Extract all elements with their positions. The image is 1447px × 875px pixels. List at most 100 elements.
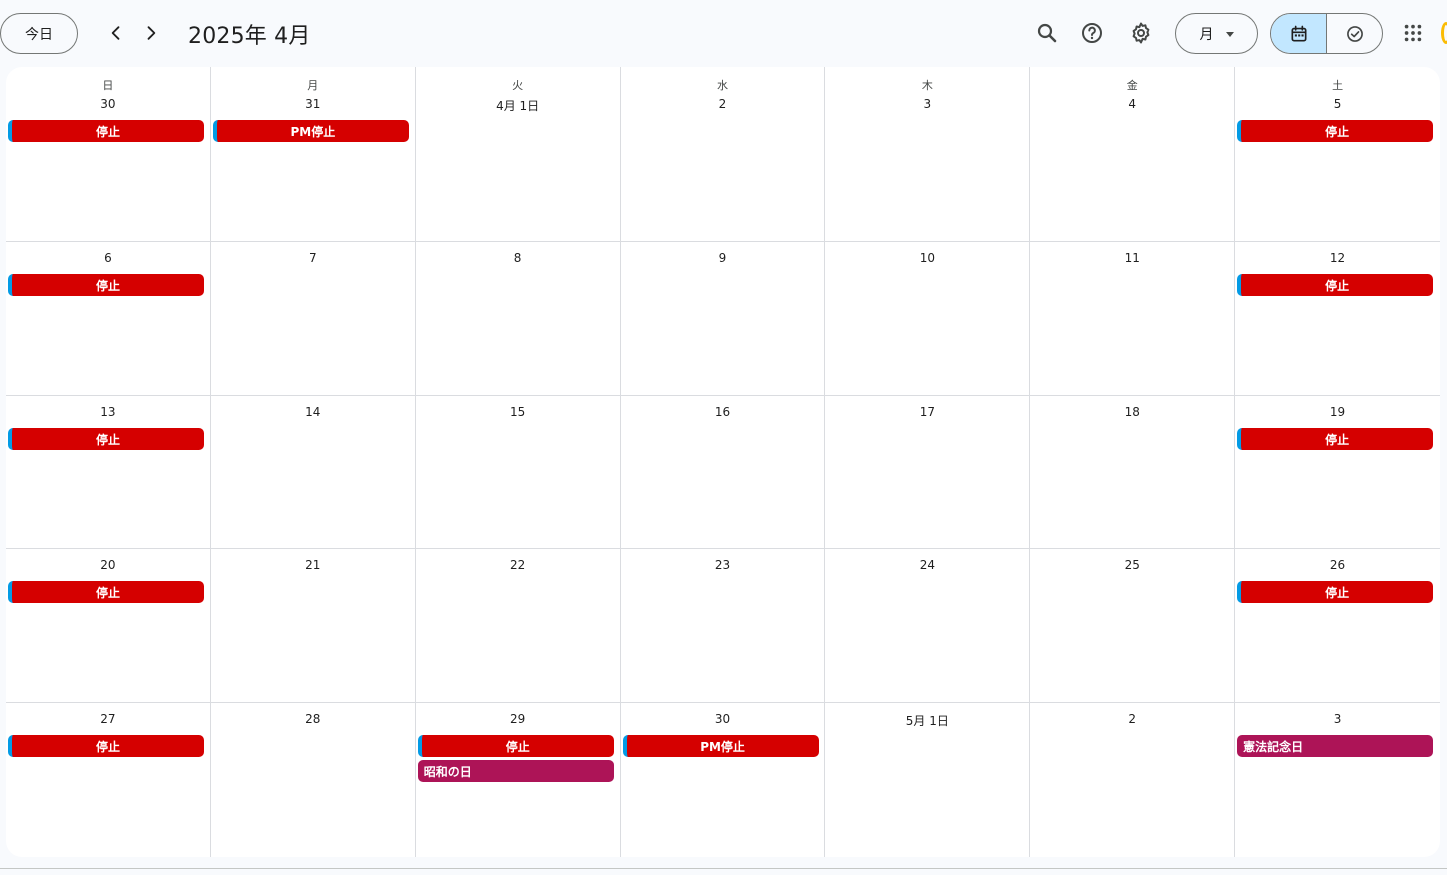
day-cell[interactable]: 11 <box>1030 242 1236 395</box>
event-chip[interactable]: PM停止 <box>622 735 819 757</box>
day-cell[interactable]: 18 <box>1030 396 1236 548</box>
search-button[interactable] <box>1030 16 1064 50</box>
bottom-divider <box>0 868 1447 869</box>
event-chip[interactable]: 停止 <box>1237 274 1434 296</box>
event-chip[interactable]: 停止 <box>1237 581 1434 603</box>
day-cell[interactable]: 日 30 停止 <box>6 67 211 241</box>
calendar-mode-button[interactable] <box>1271 14 1327 53</box>
day-number[interactable]: 23 <box>621 558 825 572</box>
day-number[interactable]: 12 <box>1235 251 1440 265</box>
event-chip[interactable]: 停止 <box>417 735 614 757</box>
search-icon <box>1037 23 1057 43</box>
day-cell[interactable]: 10 <box>825 242 1031 395</box>
day-number[interactable]: 10 <box>825 251 1029 265</box>
day-number[interactable]: 29 <box>416 712 620 726</box>
day-number[interactable]: 5 <box>1235 97 1440 111</box>
day-cell[interactable]: 26 停止 <box>1235 549 1440 702</box>
holiday-event-chip[interactable]: 昭和の日 <box>417 760 614 782</box>
day-cell[interactable]: 30 PM停止 <box>621 703 826 857</box>
day-cell[interactable]: 7 <box>211 242 416 395</box>
day-cell[interactable]: 2 <box>1030 703 1236 857</box>
day-number[interactable]: 25 <box>1030 558 1234 572</box>
event-chip[interactable]: 停止 <box>8 120 204 142</box>
week-row: 27 停止 28 29 停止 昭和の日 30 PM停止 5月 1日 2 3 憲法記念日 <box>6 703 1440 857</box>
day-number[interactable]: 14 <box>211 405 415 419</box>
day-cell[interactable]: 火 4月 1日 <box>416 67 621 241</box>
day-cell[interactable]: 土 5 停止 <box>1235 67 1440 241</box>
day-number[interactable]: 27 <box>6 712 210 726</box>
previous-period-button[interactable] <box>100 17 132 49</box>
day-number[interactable]: 17 <box>825 405 1029 419</box>
day-cell[interactable]: 3 憲法記念日 <box>1235 703 1440 857</box>
day-cell[interactable]: 14 <box>211 396 416 548</box>
day-cell[interactable]: 24 <box>825 549 1031 702</box>
day-number[interactable]: 18 <box>1030 405 1234 419</box>
event-chip[interactable]: 停止 <box>8 581 204 603</box>
apps-grid-icon <box>1404 24 1422 42</box>
settings-button[interactable] <box>1124 16 1158 50</box>
view-selector[interactable]: 月 <box>1175 13 1258 54</box>
event-chip[interactable]: 停止 <box>1237 428 1434 450</box>
day-cell[interactable]: 21 <box>211 549 416 702</box>
day-number[interactable]: 22 <box>416 558 620 572</box>
day-number[interactable]: 26 <box>1235 558 1440 572</box>
day-number[interactable]: 19 <box>1235 405 1440 419</box>
event-chip[interactable]: 停止 <box>8 274 204 296</box>
apps-button[interactable] <box>1398 18 1428 48</box>
day-cell[interactable]: 13 停止 <box>6 396 211 548</box>
day-cell[interactable]: 木3 <box>825 67 1031 241</box>
holiday-event-chip[interactable]: 憲法記念日 <box>1237 735 1434 757</box>
account-avatar-edge[interactable] <box>1441 22 1447 44</box>
day-number[interactable]: 5月 1日 <box>825 712 1029 729</box>
event-chip[interactable]: PM停止 <box>212 120 409 142</box>
day-cell[interactable]: 16 <box>621 396 826 548</box>
day-cell[interactable]: 20 停止 <box>6 549 211 702</box>
today-button[interactable]: 今日 <box>0 13 78 54</box>
day-cell[interactable]: 水2 <box>621 67 826 241</box>
day-cell[interactable]: 29 停止昭和の日 <box>416 703 621 857</box>
day-cell[interactable]: 月 31 PM停止 <box>211 67 416 241</box>
day-number[interactable]: 2 <box>1030 712 1234 726</box>
day-number[interactable]: 11 <box>1030 251 1234 265</box>
tasks-mode-button[interactable] <box>1327 14 1382 53</box>
event-chip[interactable]: 停止 <box>1237 120 1434 142</box>
day-number[interactable]: 3 <box>1235 712 1440 726</box>
day-number[interactable]: 3 <box>825 97 1029 111</box>
day-cell[interactable]: 19 停止 <box>1235 396 1440 548</box>
day-cell[interactable]: 6 停止 <box>6 242 211 395</box>
day-number[interactable]: 20 <box>6 558 210 572</box>
day-number[interactable]: 28 <box>211 712 415 726</box>
next-period-button[interactable] <box>135 17 167 49</box>
day-cell[interactable]: 9 <box>621 242 826 395</box>
event-chip[interactable]: 停止 <box>8 428 204 450</box>
day-number[interactable]: 21 <box>211 558 415 572</box>
day-number[interactable]: 8 <box>416 251 620 265</box>
day-number[interactable]: 24 <box>825 558 1029 572</box>
day-cell[interactable]: 25 <box>1030 549 1236 702</box>
day-cell[interactable]: 12 停止 <box>1235 242 1440 395</box>
day-cell[interactable]: 8 <box>416 242 621 395</box>
day-cell[interactable]: 23 <box>621 549 826 702</box>
day-number[interactable]: 6 <box>6 251 210 265</box>
day-number[interactable]: 7 <box>211 251 415 265</box>
day-number[interactable]: 30 <box>621 712 825 726</box>
day-cell[interactable]: 金4 <box>1030 67 1236 241</box>
day-number[interactable]: 13 <box>6 405 210 419</box>
help-button[interactable] <box>1075 16 1109 50</box>
day-number[interactable]: 4 <box>1030 97 1234 111</box>
day-cell[interactable]: 28 <box>211 703 416 857</box>
day-cell[interactable]: 5月 1日 <box>825 703 1031 857</box>
day-number[interactable]: 15 <box>416 405 620 419</box>
day-number[interactable]: 2 <box>621 97 825 111</box>
day-number[interactable]: 4月 1日 <box>416 97 620 114</box>
day-number[interactable]: 16 <box>621 405 825 419</box>
day-number[interactable]: 31 <box>211 97 415 111</box>
event-chip[interactable]: 停止 <box>8 735 204 757</box>
day-cell[interactable]: 17 <box>825 396 1031 548</box>
day-cell[interactable]: 22 <box>416 549 621 702</box>
day-cell[interactable]: 27 停止 <box>6 703 211 857</box>
day-number[interactable]: 30 <box>6 97 210 111</box>
day-number[interactable]: 9 <box>621 251 825 265</box>
day-cell[interactable]: 15 <box>416 396 621 548</box>
period-title: 2025年 4月 <box>188 24 311 49</box>
